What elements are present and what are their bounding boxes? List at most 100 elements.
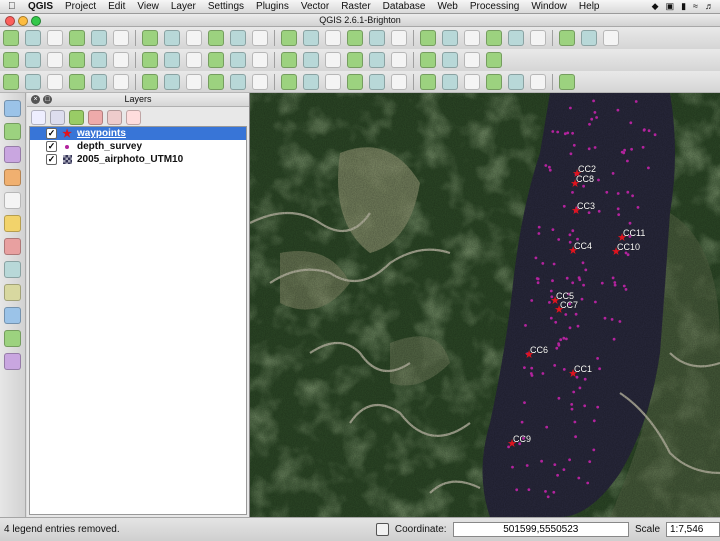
layer-style-icon[interactable] bbox=[31, 109, 46, 125]
digitize-e-icon[interactable] bbox=[464, 73, 480, 90]
merge-features-icon[interactable] bbox=[303, 73, 319, 90]
show-labels-icon[interactable] bbox=[252, 52, 268, 68]
zoom-to-layer-icon[interactable] bbox=[252, 30, 268, 46]
dropbox-icon[interactable]: ◆ bbox=[652, 1, 659, 12]
zoom-full-icon[interactable] bbox=[230, 30, 246, 46]
digitize-i-icon[interactable] bbox=[559, 73, 575, 90]
add-virtual-layer-icon[interactable] bbox=[4, 330, 21, 347]
menu-project[interactable]: Project bbox=[59, 1, 102, 12]
pan-map-icon[interactable] bbox=[142, 30, 158, 46]
layer-row-airphoto[interactable]: ✓ 2005_airphoto_UTM10 bbox=[30, 153, 246, 166]
statistics-icon[interactable] bbox=[486, 30, 502, 46]
close-panel-icon[interactable]: × bbox=[31, 95, 40, 104]
menu-layer[interactable]: Layer bbox=[165, 1, 202, 12]
menu-edit[interactable]: Edit bbox=[102, 1, 131, 12]
expand-all-icon[interactable] bbox=[88, 109, 103, 125]
cut-features-icon[interactable] bbox=[142, 52, 158, 68]
zoom-in-icon[interactable] bbox=[186, 30, 202, 46]
csw-client-icon[interactable] bbox=[347, 52, 363, 68]
float-panel-icon[interactable]: □ bbox=[43, 95, 52, 104]
gps-tools-icon-b-icon[interactable] bbox=[4, 353, 21, 370]
map-tips-icon[interactable] bbox=[530, 30, 546, 46]
merge-attributes-icon[interactable] bbox=[281, 73, 297, 90]
menu-web[interactable]: Web bbox=[431, 1, 463, 12]
add-postgis-layer-icon[interactable] bbox=[4, 146, 21, 163]
bookmarks-icon[interactable] bbox=[559, 30, 575, 46]
add-part-icon[interactable] bbox=[91, 73, 107, 90]
add-mssql-layer-icon[interactable] bbox=[4, 192, 21, 209]
offset-curve-icon[interactable] bbox=[208, 73, 224, 90]
digitize-a-icon[interactable] bbox=[369, 73, 385, 90]
digitize-b-icon[interactable] bbox=[391, 73, 407, 90]
add-vector-layer-icon[interactable] bbox=[4, 100, 21, 117]
identify-icon[interactable] bbox=[369, 30, 385, 46]
pin-labels-icon[interactable] bbox=[230, 52, 246, 68]
reshape-icon[interactable] bbox=[186, 73, 202, 90]
menu-processing[interactable]: Processing bbox=[464, 1, 525, 12]
menu-view[interactable]: View bbox=[131, 1, 165, 12]
menu-vector[interactable]: Vector bbox=[295, 1, 335, 12]
menu-app[interactable]: QGIS bbox=[22, 1, 59, 12]
add-group-icon[interactable] bbox=[50, 109, 65, 125]
paste-features-icon[interactable] bbox=[186, 52, 202, 68]
menu-raster[interactable]: Raster bbox=[335, 1, 376, 12]
composer-manager-icon[interactable] bbox=[113, 30, 129, 46]
blank-d-icon[interactable] bbox=[464, 52, 480, 68]
delete-part-icon[interactable] bbox=[164, 73, 180, 90]
coordinate-toggle-icon[interactable] bbox=[376, 523, 389, 536]
attribute-table-icon[interactable] bbox=[464, 30, 480, 46]
save-as-icon[interactable] bbox=[69, 30, 85, 46]
new-bookmark-icon[interactable] bbox=[581, 30, 597, 46]
apple-menu-icon[interactable]:  bbox=[8, 1, 22, 12]
zoom-window-icon[interactable] bbox=[31, 16, 41, 26]
zoom-next-icon[interactable] bbox=[325, 30, 341, 46]
scale-field[interactable] bbox=[666, 522, 720, 537]
close-window-icon[interactable] bbox=[5, 16, 15, 26]
split-parts-icon[interactable] bbox=[252, 73, 268, 90]
measure-icon[interactable] bbox=[508, 30, 524, 46]
minimize-window-icon[interactable] bbox=[18, 16, 28, 26]
coordinate-field[interactable] bbox=[452, 522, 629, 537]
text-annotation-icon[interactable] bbox=[603, 30, 619, 46]
fill-ring-icon[interactable] bbox=[113, 73, 129, 90]
zoom-to-selection-icon[interactable] bbox=[281, 30, 297, 46]
menu-database[interactable]: Database bbox=[377, 1, 432, 12]
wifi-icon[interactable]: ≈ bbox=[693, 1, 698, 12]
redo-icon[interactable] bbox=[25, 73, 41, 90]
add-spatialite-layer-icon[interactable] bbox=[4, 169, 21, 186]
label-tool-icon[interactable] bbox=[208, 52, 224, 68]
field-calculator-icon[interactable] bbox=[442, 30, 458, 46]
digitize-h-icon[interactable] bbox=[530, 73, 546, 90]
add-raster-layer-icon[interactable] bbox=[4, 123, 21, 140]
add-wms-layer-icon[interactable] bbox=[4, 215, 21, 232]
remove-layer-icon[interactable] bbox=[126, 109, 141, 125]
add-delimited-text-layer-icon[interactable] bbox=[4, 284, 21, 301]
layer-visibility-checkbox[interactable]: ✓ bbox=[46, 141, 57, 152]
blank-a-icon[interactable] bbox=[391, 52, 407, 68]
deselect-icon[interactable] bbox=[420, 30, 436, 46]
open-project-icon[interactable] bbox=[25, 30, 41, 46]
new-project-icon[interactable] bbox=[3, 30, 19, 46]
zoom-last-icon[interactable] bbox=[303, 30, 319, 46]
copy-features-icon[interactable] bbox=[164, 52, 180, 68]
menu-help[interactable]: Help bbox=[573, 1, 606, 12]
layer-visibility-checkbox[interactable]: ✓ bbox=[46, 154, 57, 165]
print-composer-icon[interactable] bbox=[91, 30, 107, 46]
toggle-editing-icon[interactable] bbox=[25, 52, 41, 68]
battery-icon[interactable]: ▮ bbox=[681, 1, 686, 12]
split-features-icon[interactable] bbox=[230, 73, 246, 90]
current-edits-icon[interactable] bbox=[3, 52, 19, 68]
refresh-icon[interactable] bbox=[347, 30, 363, 46]
move-label-icon[interactable] bbox=[281, 52, 297, 68]
menu-window[interactable]: Window bbox=[525, 1, 573, 12]
node-tool-icon[interactable] bbox=[347, 73, 363, 90]
add-ring-icon[interactable] bbox=[69, 73, 85, 90]
digitize-f-icon[interactable] bbox=[486, 73, 502, 90]
undo-icon[interactable] bbox=[3, 73, 19, 90]
add-wcs-layer-icon[interactable] bbox=[4, 238, 21, 255]
layer-visibility-checkbox[interactable]: ✓ bbox=[46, 128, 57, 139]
layer-row-waypoints[interactable]: ✓ ★ waypoints bbox=[30, 127, 246, 140]
change-label-icon[interactable] bbox=[325, 52, 341, 68]
blank-b-icon[interactable] bbox=[420, 52, 436, 68]
collapse-all-icon[interactable] bbox=[107, 109, 122, 125]
